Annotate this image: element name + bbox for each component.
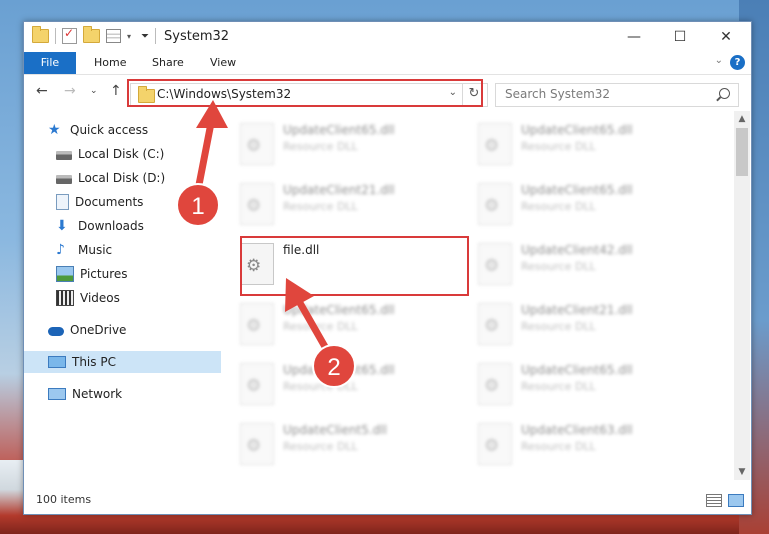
step-1-label: 1 [191, 193, 204, 220]
annotation-badge-1: 1 [176, 183, 220, 227]
annotation-arrow-1 [194, 100, 228, 194]
annotation-arrow-2 [285, 278, 332, 356]
annotation-overlay: 1 2 [176, 100, 356, 388]
step-2-label: 2 [327, 354, 340, 381]
annotation-badge-2: 2 [312, 344, 356, 388]
